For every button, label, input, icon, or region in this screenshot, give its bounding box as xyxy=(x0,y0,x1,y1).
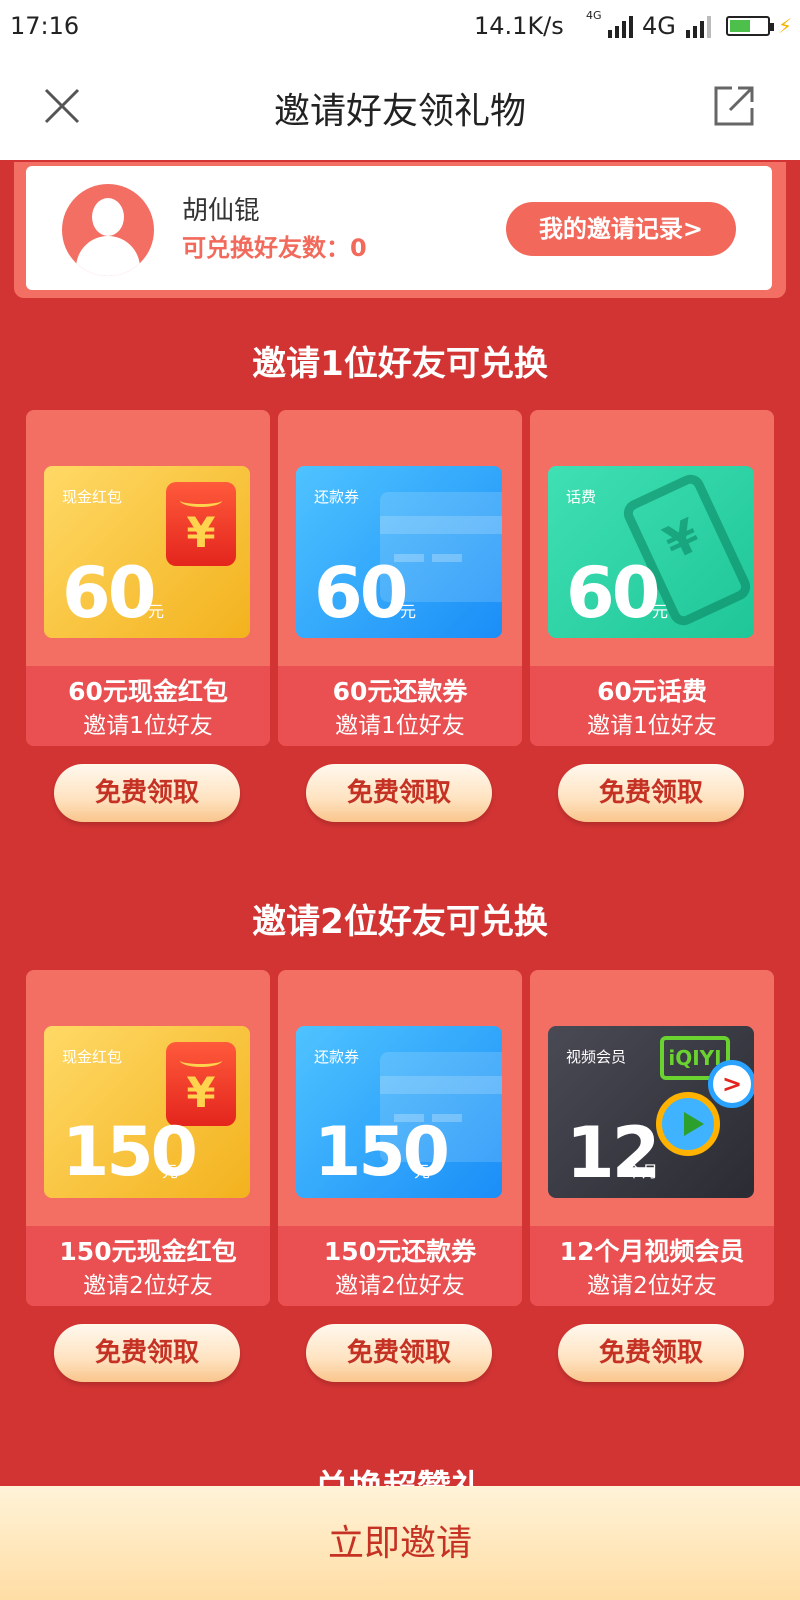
invite-bar[interactable]: 立即邀请 xyxy=(0,1486,800,1600)
reward-requirement: 邀请1位好友 xyxy=(335,713,465,739)
reward-card[interactable]: iQIYI > 视频会员 12 个月 12个月视频会员 邀请2位好友 xyxy=(530,970,774,1306)
battery-icon xyxy=(726,16,774,36)
tile-unit: 元 xyxy=(652,602,669,621)
reward-card[interactable]: 现金红包 ¥ 150 元 150元现金红包 邀请2位好友 xyxy=(26,970,270,1306)
tile-amount: 60 xyxy=(566,552,660,634)
tile-unit: 个月 xyxy=(626,1162,659,1181)
reward-requirement: 邀请1位好友 xyxy=(587,713,717,739)
reward-tile: iQIYI > 视频会员 12 个月 xyxy=(548,1026,754,1198)
network-speed: 14.1K/s xyxy=(474,12,564,40)
profile-card: 胡仙锟 可兑换好友数：0 我的邀请记录> xyxy=(26,166,772,290)
reward-name: 150元现金红包 xyxy=(59,1237,237,1266)
tile-label: 视频会员 xyxy=(566,1048,627,1066)
network-type-small: 4G xyxy=(586,9,602,22)
tile-label: 现金红包 xyxy=(62,488,123,506)
section-title: 邀请2位好友可兑换 xyxy=(252,902,548,942)
reward-name: 60元话费 xyxy=(597,677,707,706)
network-type: 4G xyxy=(642,12,676,40)
charging-icon: ⚡ xyxy=(778,14,793,38)
yen-glyph: ¥ xyxy=(186,1068,216,1117)
red-packet-icon: ¥ xyxy=(166,482,236,566)
section-title: 邀请1位好友可兑换 xyxy=(252,344,548,384)
reward-name: 150元还款券 xyxy=(323,1237,477,1266)
tile-unit: 元 xyxy=(414,1162,431,1181)
status-bar: 17:16 14.1K/s 4G 4G ⚡ xyxy=(0,0,800,54)
tile-label: 现金红包 xyxy=(62,1048,123,1066)
claim-button[interactable]: 免费领取 xyxy=(54,764,240,822)
reward-card[interactable]: 还款券 60 元 60元还款券 邀请1位好友 xyxy=(278,410,522,746)
reward-requirement: 邀请2位好友 xyxy=(335,1273,465,1299)
claim-button[interactable]: 免费领取 xyxy=(306,1324,492,1382)
tile-unit: 元 xyxy=(400,602,417,621)
reward-card[interactable]: 还款券 150 元 150元还款券 邀请2位好友 xyxy=(278,970,522,1306)
video-play-icon xyxy=(656,1092,720,1156)
reward-name: 60元现金红包 xyxy=(68,677,228,706)
invite-now-button[interactable]: 立即邀请 xyxy=(0,1514,800,1566)
yen-glyph: ¥ xyxy=(186,508,216,557)
reward-requirement: 邀请2位好友 xyxy=(83,1273,213,1299)
reward-name: 12个月视频会员 xyxy=(559,1237,745,1266)
user-name: 胡仙锟 xyxy=(182,196,261,226)
battery-level xyxy=(730,20,750,32)
claim-button[interactable]: 免费领取 xyxy=(558,764,744,822)
reward-tile: 现金红包 ¥ 150 元 xyxy=(44,1026,250,1198)
reward-name: 60元还款券 xyxy=(332,677,468,706)
reward-tile: ¥ 话费 60 元 xyxy=(548,466,754,638)
reward-tile: 还款券 60 元 xyxy=(296,466,502,638)
tile-label: 还款券 xyxy=(314,488,360,506)
video-app-icon: > xyxy=(708,1060,754,1108)
tile-amount: 60 xyxy=(314,552,408,634)
reward-tile: 现金红包 ¥ 60 元 xyxy=(44,466,250,638)
signal-icon-secondary xyxy=(686,16,711,38)
reward-tile: 还款券 150 元 xyxy=(296,1026,502,1198)
claim-button[interactable]: 免费领取 xyxy=(558,1324,744,1382)
friend-count: 可兑换好友数：0 xyxy=(182,234,367,262)
nav-bar: 邀请好友领礼物 xyxy=(0,54,800,160)
claim-button[interactable]: 免费领取 xyxy=(306,764,492,822)
reward-card[interactable]: 现金红包 ¥ 60 元 60元现金红包 邀请1位好友 xyxy=(26,410,270,746)
status-time: 17:16 xyxy=(10,12,80,40)
tile-amount: 60 xyxy=(62,552,156,634)
invite-record-button[interactable]: 我的邀请记录> xyxy=(506,202,736,256)
tile-label: 话费 xyxy=(566,488,597,506)
reward-requirement: 邀请2位好友 xyxy=(587,1273,717,1299)
claim-button[interactable]: 免费领取 xyxy=(54,1324,240,1382)
page-title: 邀请好友领礼物 xyxy=(273,91,526,132)
avatar xyxy=(62,184,154,276)
profile-section: 胡仙锟 可兑换好友数：0 我的邀请记录> xyxy=(14,162,786,298)
reward-requirement: 邀请1位好友 xyxy=(83,713,213,739)
tile-unit: 元 xyxy=(162,1162,179,1181)
tile-label: 还款券 xyxy=(314,1048,360,1066)
reward-card[interactable]: ¥ 话费 60 元 60元话费 邀请1位好友 xyxy=(530,410,774,746)
share-icon[interactable] xyxy=(712,84,756,128)
tile-unit: 元 xyxy=(148,602,165,621)
signal-icon xyxy=(608,16,633,38)
